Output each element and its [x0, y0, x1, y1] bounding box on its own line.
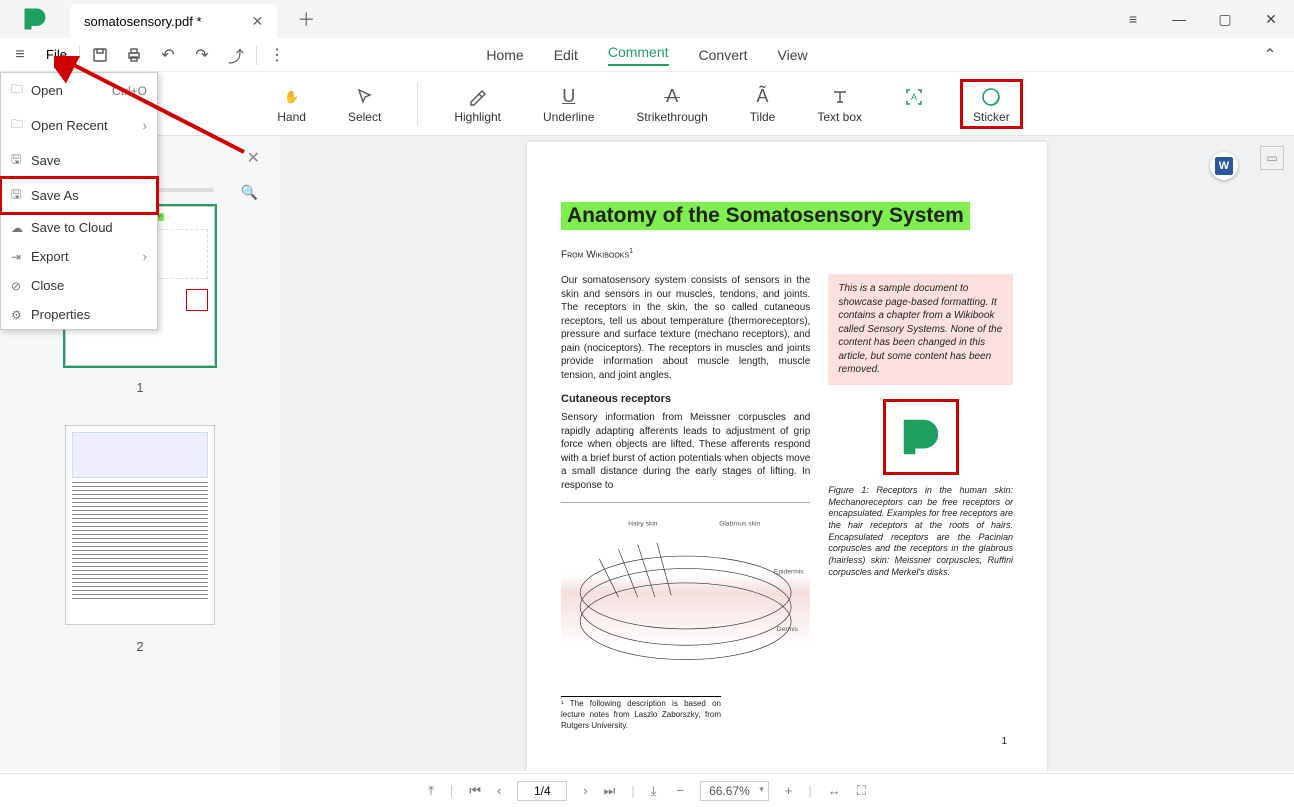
menu-label: Save to Cloud	[31, 220, 113, 235]
close-tab-icon[interactable]: ✕	[252, 13, 264, 30]
app-menu-icon[interactable]: ≡	[1110, 0, 1156, 38]
new-tab-button[interactable]: ＋	[297, 6, 315, 32]
hand-icon: ✋	[284, 84, 299, 110]
fit-width-icon[interactable]: ↔	[828, 783, 841, 798]
annotation-arrow	[54, 56, 254, 166]
maximize-button[interactable]: ▢	[1202, 0, 1248, 38]
menu-save-as[interactable]: 🖫Save As	[1, 178, 157, 213]
menu-label: Close	[31, 278, 64, 293]
thumbnail-zoom-icon[interactable]: 🔍	[241, 184, 258, 201]
page-title: Anatomy of the Somatosensory System	[561, 202, 970, 230]
inserted-sticker[interactable]	[883, 399, 959, 475]
zoom-out-icon[interactable]: −	[676, 783, 684, 798]
chevron-right-icon: ›	[143, 249, 147, 264]
tool-tilde[interactable]: ÃTilde	[744, 80, 782, 128]
document-viewport[interactable]: W ▭ Anatomy of the Somatosensory System …	[280, 136, 1294, 771]
convert-to-word-badge[interactable]: W	[1210, 152, 1238, 180]
tool-underline[interactable]: UUnderline	[537, 80, 600, 128]
menu-label: Properties	[31, 307, 90, 322]
body-paragraph: Our somatosensory system consists of sen…	[561, 274, 810, 382]
app-logo	[0, 0, 70, 38]
menu-label: Export	[31, 249, 69, 264]
svg-text:Epidermis: Epidermis	[774, 568, 804, 575]
page-source: From Wikibooks1	[561, 248, 1013, 260]
pdf-page: Anatomy of the Somatosensory System From…	[527, 142, 1047, 771]
status-bar: ⤒| ⏮ ‹ › ⏭ | ⤓ − 66.67% + | ↔ ⛶	[0, 773, 1294, 807]
cursor-icon	[356, 84, 374, 110]
folder-icon: 🗀	[11, 115, 31, 136]
svg-text:Hairy skin: Hairy skin	[628, 521, 658, 528]
textbox-icon	[830, 84, 850, 110]
tilde-icon: Ã	[757, 84, 769, 110]
thumbnail-page-2[interactable]: 2	[65, 425, 215, 654]
svg-text:A: A	[911, 92, 917, 102]
go-bottom-icon[interactable]: ⤓	[651, 783, 657, 799]
close-icon: ⊘	[11, 279, 31, 293]
menu-export[interactable]: ⇥Export ›	[1, 242, 157, 271]
minimize-button[interactable]: —	[1156, 0, 1202, 38]
tool-strikethrough-label: Strikethrough	[636, 110, 707, 124]
right-panel-toggle[interactable]: ▭	[1260, 146, 1284, 170]
next-page-icon[interactable]: ›	[583, 783, 587, 798]
document-tab-title: somatosensory.pdf *	[84, 14, 202, 29]
tool-highlight-label: Highlight	[454, 110, 501, 124]
tool-textbox-label: Text box	[817, 110, 862, 124]
tool-select-label: Select	[348, 110, 381, 124]
tool-hand-label: Hand	[277, 110, 306, 124]
svg-text:Dermis: Dermis	[777, 626, 799, 633]
scan-text-icon: A	[904, 84, 924, 110]
skin-diagram: Hairy skin Glabrous skin Epidermis Dermis	[561, 502, 810, 682]
subheading: Cutaneous receptors	[561, 392, 810, 407]
export-icon: ⇥	[11, 250, 31, 264]
zoom-dropdown[interactable]: 66.67%	[700, 781, 769, 801]
fit-page-icon[interactable]: ⛶	[857, 783, 866, 799]
page-input[interactable]	[517, 781, 567, 801]
tool-sticker[interactable]: Sticker	[960, 79, 1023, 129]
cloud-icon: ☁	[11, 221, 31, 235]
toolbar-overflow-icon[interactable]: ⋮	[263, 41, 291, 69]
strikethrough-icon: A	[666, 84, 678, 110]
tool-strikethrough[interactable]: AStrikethrough	[630, 80, 713, 128]
save-icon: 🖫	[11, 150, 31, 171]
menu-properties[interactable]: ⚙Properties	[1, 300, 157, 329]
prev-page-icon[interactable]: ‹	[497, 783, 501, 798]
menu-close[interactable]: ⊘Close	[1, 271, 157, 300]
page-number: 1	[1001, 736, 1007, 747]
tool-highlight[interactable]: Highlight	[448, 80, 507, 128]
menu-save-cloud[interactable]: ☁Save to Cloud	[1, 213, 157, 242]
hamburger-icon[interactable]: ≡	[6, 41, 34, 69]
footnote: ¹ The following description is based on …	[561, 696, 721, 731]
thumbnail-label: 1	[65, 380, 215, 395]
zoom-in-icon[interactable]: +	[785, 783, 793, 798]
figure-caption: Figure 1: Receptors in the human skin: M…	[828, 485, 1013, 579]
first-page-icon[interactable]: ⏮	[469, 783, 481, 799]
svg-text:Glabrous skin: Glabrous skin	[719, 521, 760, 528]
menu-label: Save As	[31, 188, 79, 203]
sticker-icon	[980, 84, 1002, 110]
tool-tilde-label: Tilde	[750, 110, 776, 124]
folder-icon: 🗀	[11, 80, 31, 101]
tool-scan-text[interactable]: Ax	[898, 80, 930, 128]
collapse-ribbon-icon[interactable]: ⌃	[1256, 41, 1284, 69]
gear-icon: ⚙	[11, 308, 31, 322]
tool-select[interactable]: Select	[342, 80, 387, 128]
thumbnail-label: 2	[65, 639, 215, 654]
highlight-icon	[468, 84, 488, 110]
tool-textbox[interactable]: Text box	[811, 80, 868, 128]
save-as-icon: 🖫	[11, 185, 31, 206]
tool-underline-label: Underline	[543, 110, 594, 124]
last-page-icon[interactable]: ⏭	[604, 783, 616, 799]
tool-sticker-label: Sticker	[973, 110, 1010, 124]
document-tab[interactable]: somatosensory.pdf * ✕	[70, 4, 277, 38]
underline-icon: U	[562, 84, 575, 110]
tool-hand[interactable]: ✋Hand	[271, 80, 312, 128]
body-paragraph: Sensory information from Meissner corpus…	[561, 411, 810, 492]
go-top-icon[interactable]: ⤒	[428, 783, 434, 799]
callout-box: This is a sample document to showcase pa…	[828, 274, 1013, 385]
close-window-button[interactable]: ✕	[1248, 0, 1294, 38]
